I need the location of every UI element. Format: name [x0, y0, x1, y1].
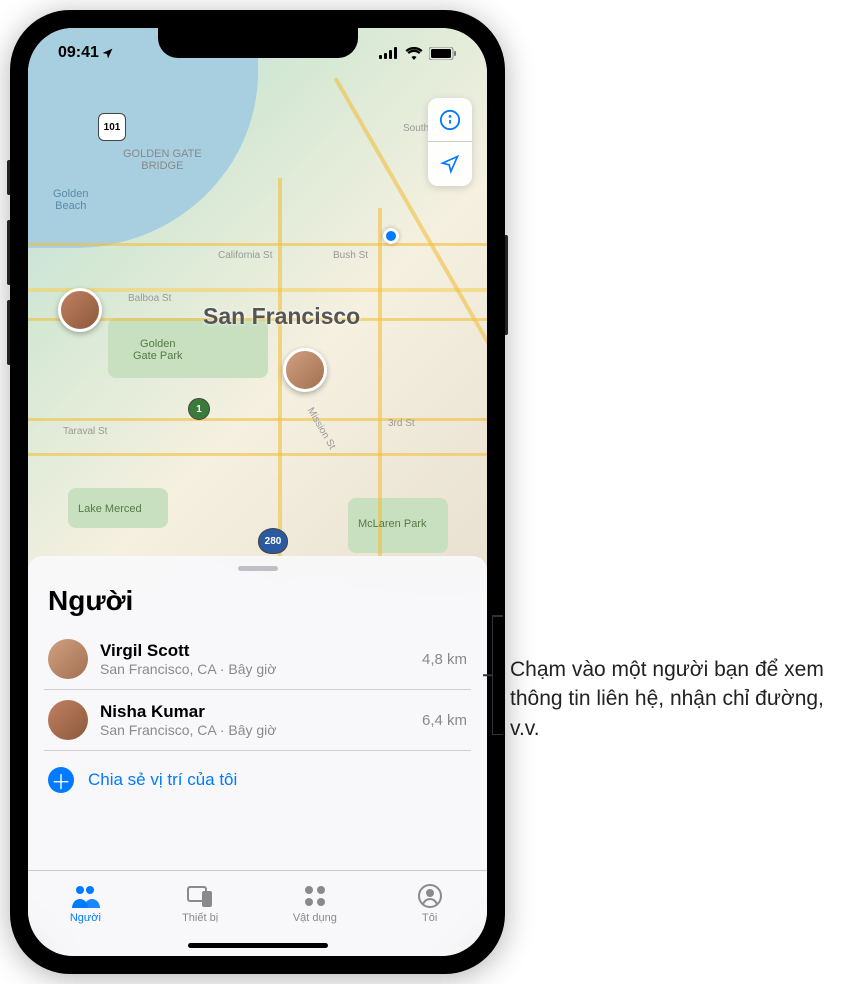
- bottom-sheet[interactable]: Người Virgil Scott San Francisco, CA · B…: [28, 556, 487, 956]
- map-label-balboa: Balboa St: [128, 293, 171, 304]
- tab-devices[interactable]: Thiết bị: [143, 871, 258, 936]
- annotation-callout: Chạm vào một người bạn để xem thông tin …: [510, 620, 840, 743]
- info-icon: [439, 109, 461, 131]
- hwy-shield-101: 101: [98, 113, 126, 141]
- callout-text: Chạm vào một người bạn để xem thông tin …: [510, 620, 840, 743]
- person-location: San Francisco, CA · Bây giờ: [100, 661, 410, 677]
- sheet-grabber[interactable]: [238, 566, 278, 571]
- locate-arrow-icon: [440, 154, 460, 174]
- phone-screen: 09:41: [28, 28, 487, 956]
- person-row[interactable]: Nisha Kumar San Francisco, CA · Bây giờ …: [44, 690, 471, 751]
- plus-icon: ＋: [48, 767, 74, 793]
- people-icon: [70, 884, 100, 908]
- map-label-taraval: Taraval St: [63, 426, 107, 437]
- map-controls: [428, 98, 472, 186]
- map-label-california: California St: [218, 250, 272, 261]
- tab-label: Thiết bị: [182, 912, 218, 924]
- map-label-ggp: Golden Gate Park: [133, 338, 183, 362]
- tab-items[interactable]: Vật dụng: [258, 871, 373, 936]
- map-view[interactable]: GOLDEN GATE BRIDGE Golden Beach Golden G…: [28, 28, 487, 583]
- map-label-ggb: GOLDEN GATE BRIDGE: [123, 148, 202, 172]
- share-location-button[interactable]: ＋ Chia sẻ vị trí của tôi: [28, 751, 487, 809]
- share-label: Chia sẻ vị trí của tôi: [88, 770, 237, 790]
- person-name: Nisha Kumar: [100, 702, 410, 722]
- status-time: 09:41: [58, 44, 99, 62]
- person-distance: 6,4 km: [422, 712, 467, 729]
- home-indicator[interactable]: [188, 943, 328, 948]
- person-row[interactable]: Virgil Scott San Francisco, CA · Bây giờ…: [44, 629, 471, 690]
- hwy-shield-280: 280: [258, 528, 288, 554]
- sheet-title: Người: [28, 581, 487, 629]
- location-arrow-icon: [101, 47, 114, 60]
- tab-label: Vật dụng: [293, 912, 337, 924]
- map-city-label: San Francisco: [203, 303, 360, 330]
- my-location-dot: [383, 228, 399, 244]
- map-locate-button[interactable]: [428, 142, 472, 186]
- people-list: Virgil Scott San Francisco, CA · Bây giờ…: [44, 629, 471, 751]
- avatar: [48, 639, 88, 679]
- map-label-third: 3rd St: [388, 418, 415, 429]
- map-label-bush: Bush St: [333, 250, 368, 261]
- avatar: [48, 700, 88, 740]
- map-info-button[interactable]: [428, 98, 472, 142]
- items-icon: [303, 884, 327, 908]
- phone-frame: 09:41: [10, 10, 505, 974]
- map-pin-person-nisha[interactable]: [58, 288, 102, 332]
- tab-people[interactable]: Người: [28, 871, 143, 936]
- map-pin-person-virgil[interactable]: [283, 348, 327, 392]
- person-name: Virgil Scott: [100, 641, 410, 661]
- signal-icon: [379, 47, 399, 59]
- map-label-mp: McLaren Park: [358, 518, 426, 530]
- tab-label: Tôi: [422, 912, 437, 924]
- me-icon: [418, 884, 442, 908]
- map-label-lm: Lake Merced: [78, 503, 142, 515]
- wifi-icon: [405, 47, 423, 60]
- tab-label: Người: [70, 912, 101, 924]
- map-label-gb: Golden Beach: [53, 188, 88, 212]
- person-location: San Francisco, CA · Bây giờ: [100, 722, 410, 738]
- devices-icon: [186, 885, 214, 907]
- hwy-shield-1: 1: [188, 398, 210, 420]
- battery-icon: [429, 47, 457, 60]
- tab-me[interactable]: Tôi: [372, 871, 487, 936]
- notch: [158, 28, 358, 58]
- person-distance: 4,8 km: [422, 651, 467, 668]
